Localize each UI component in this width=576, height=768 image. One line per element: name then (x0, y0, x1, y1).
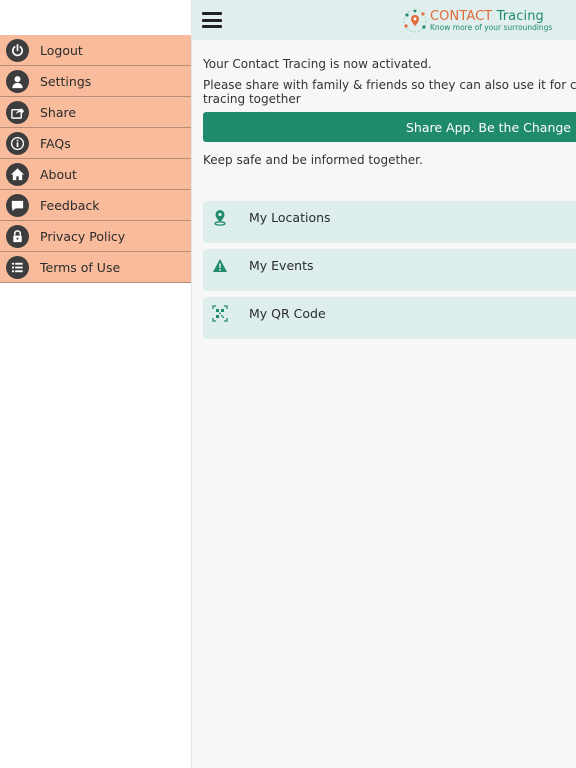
home-icon (6, 162, 29, 186)
share-icon (6, 100, 29, 124)
menu-item-feedback[interactable]: Feedback (0, 190, 191, 221)
menu-item-share[interactable]: Share (0, 97, 191, 128)
list-icon (6, 255, 29, 279)
app-window: Logout Settings Share FAQs About Feedbac… (0, 0, 576, 768)
my-qr-code-card[interactable]: My QR Code (203, 297, 576, 339)
menu-item-label: Settings (40, 73, 92, 89)
user-icon (6, 69, 29, 93)
menu-item-terms-of-use[interactable]: Terms of Use (0, 252, 191, 283)
stay-safe-message: Keep safe and be informed together. (203, 153, 423, 167)
menu-item-label: Share (40, 104, 77, 120)
logo-title: CONTACT Tracing (430, 9, 544, 25)
menu-item-label: Logout (40, 42, 83, 58)
app-logo: CONTACT Tracing Know more of your surrou… (402, 8, 562, 34)
menu-item-label: FAQs (40, 135, 71, 151)
menu-item-faqs[interactable]: FAQs (0, 128, 191, 159)
menu-item-label: Privacy Policy (40, 228, 126, 244)
lock-icon (6, 224, 29, 248)
warning-icon (213, 259, 227, 272)
chat-icon (6, 193, 29, 217)
top-bar: CONTACT Tracing Know more of your surrou… (192, 0, 576, 40)
card-label: My QR Code (249, 306, 326, 321)
share-message: Please share with family & friends so th… (203, 78, 576, 106)
menu-item-label: About (40, 166, 77, 182)
menu-item-settings[interactable]: Settings (0, 66, 191, 97)
card-label: My Events (249, 258, 314, 273)
location-pin-icon (214, 210, 226, 226)
card-label: My Locations (249, 210, 331, 225)
info-icon (6, 131, 29, 155)
side-drawer: Logout Settings Share FAQs About Feedbac… (0, 0, 192, 768)
menu-item-privacy-policy[interactable]: Privacy Policy (0, 221, 191, 252)
activated-message: Your Contact Tracing is now activated. (203, 57, 432, 71)
drawer-header (0, 0, 191, 35)
qr-code-icon (212, 305, 228, 322)
menu-item-label: Feedback (40, 197, 100, 213)
logo-tagline: Know more of your surroundings (430, 23, 553, 33)
menu-item-about[interactable]: About (0, 159, 191, 190)
main-screen: CONTACT Tracing Know more of your surrou… (192, 0, 576, 768)
hamburger-menu-icon[interactable] (202, 12, 222, 28)
home-content: Your Contact Tracing is now activated. P… (192, 40, 576, 339)
power-icon (6, 38, 29, 62)
my-locations-card[interactable]: My Locations (203, 201, 576, 243)
menu-item-label: Terms of Use (40, 259, 121, 275)
contact-tracing-logo-icon (403, 9, 427, 33)
my-events-card[interactable]: My Events (203, 249, 576, 291)
menu-item-logout[interactable]: Logout (0, 35, 191, 66)
share-app-button[interactable]: Share App. Be the Change (203, 112, 576, 142)
